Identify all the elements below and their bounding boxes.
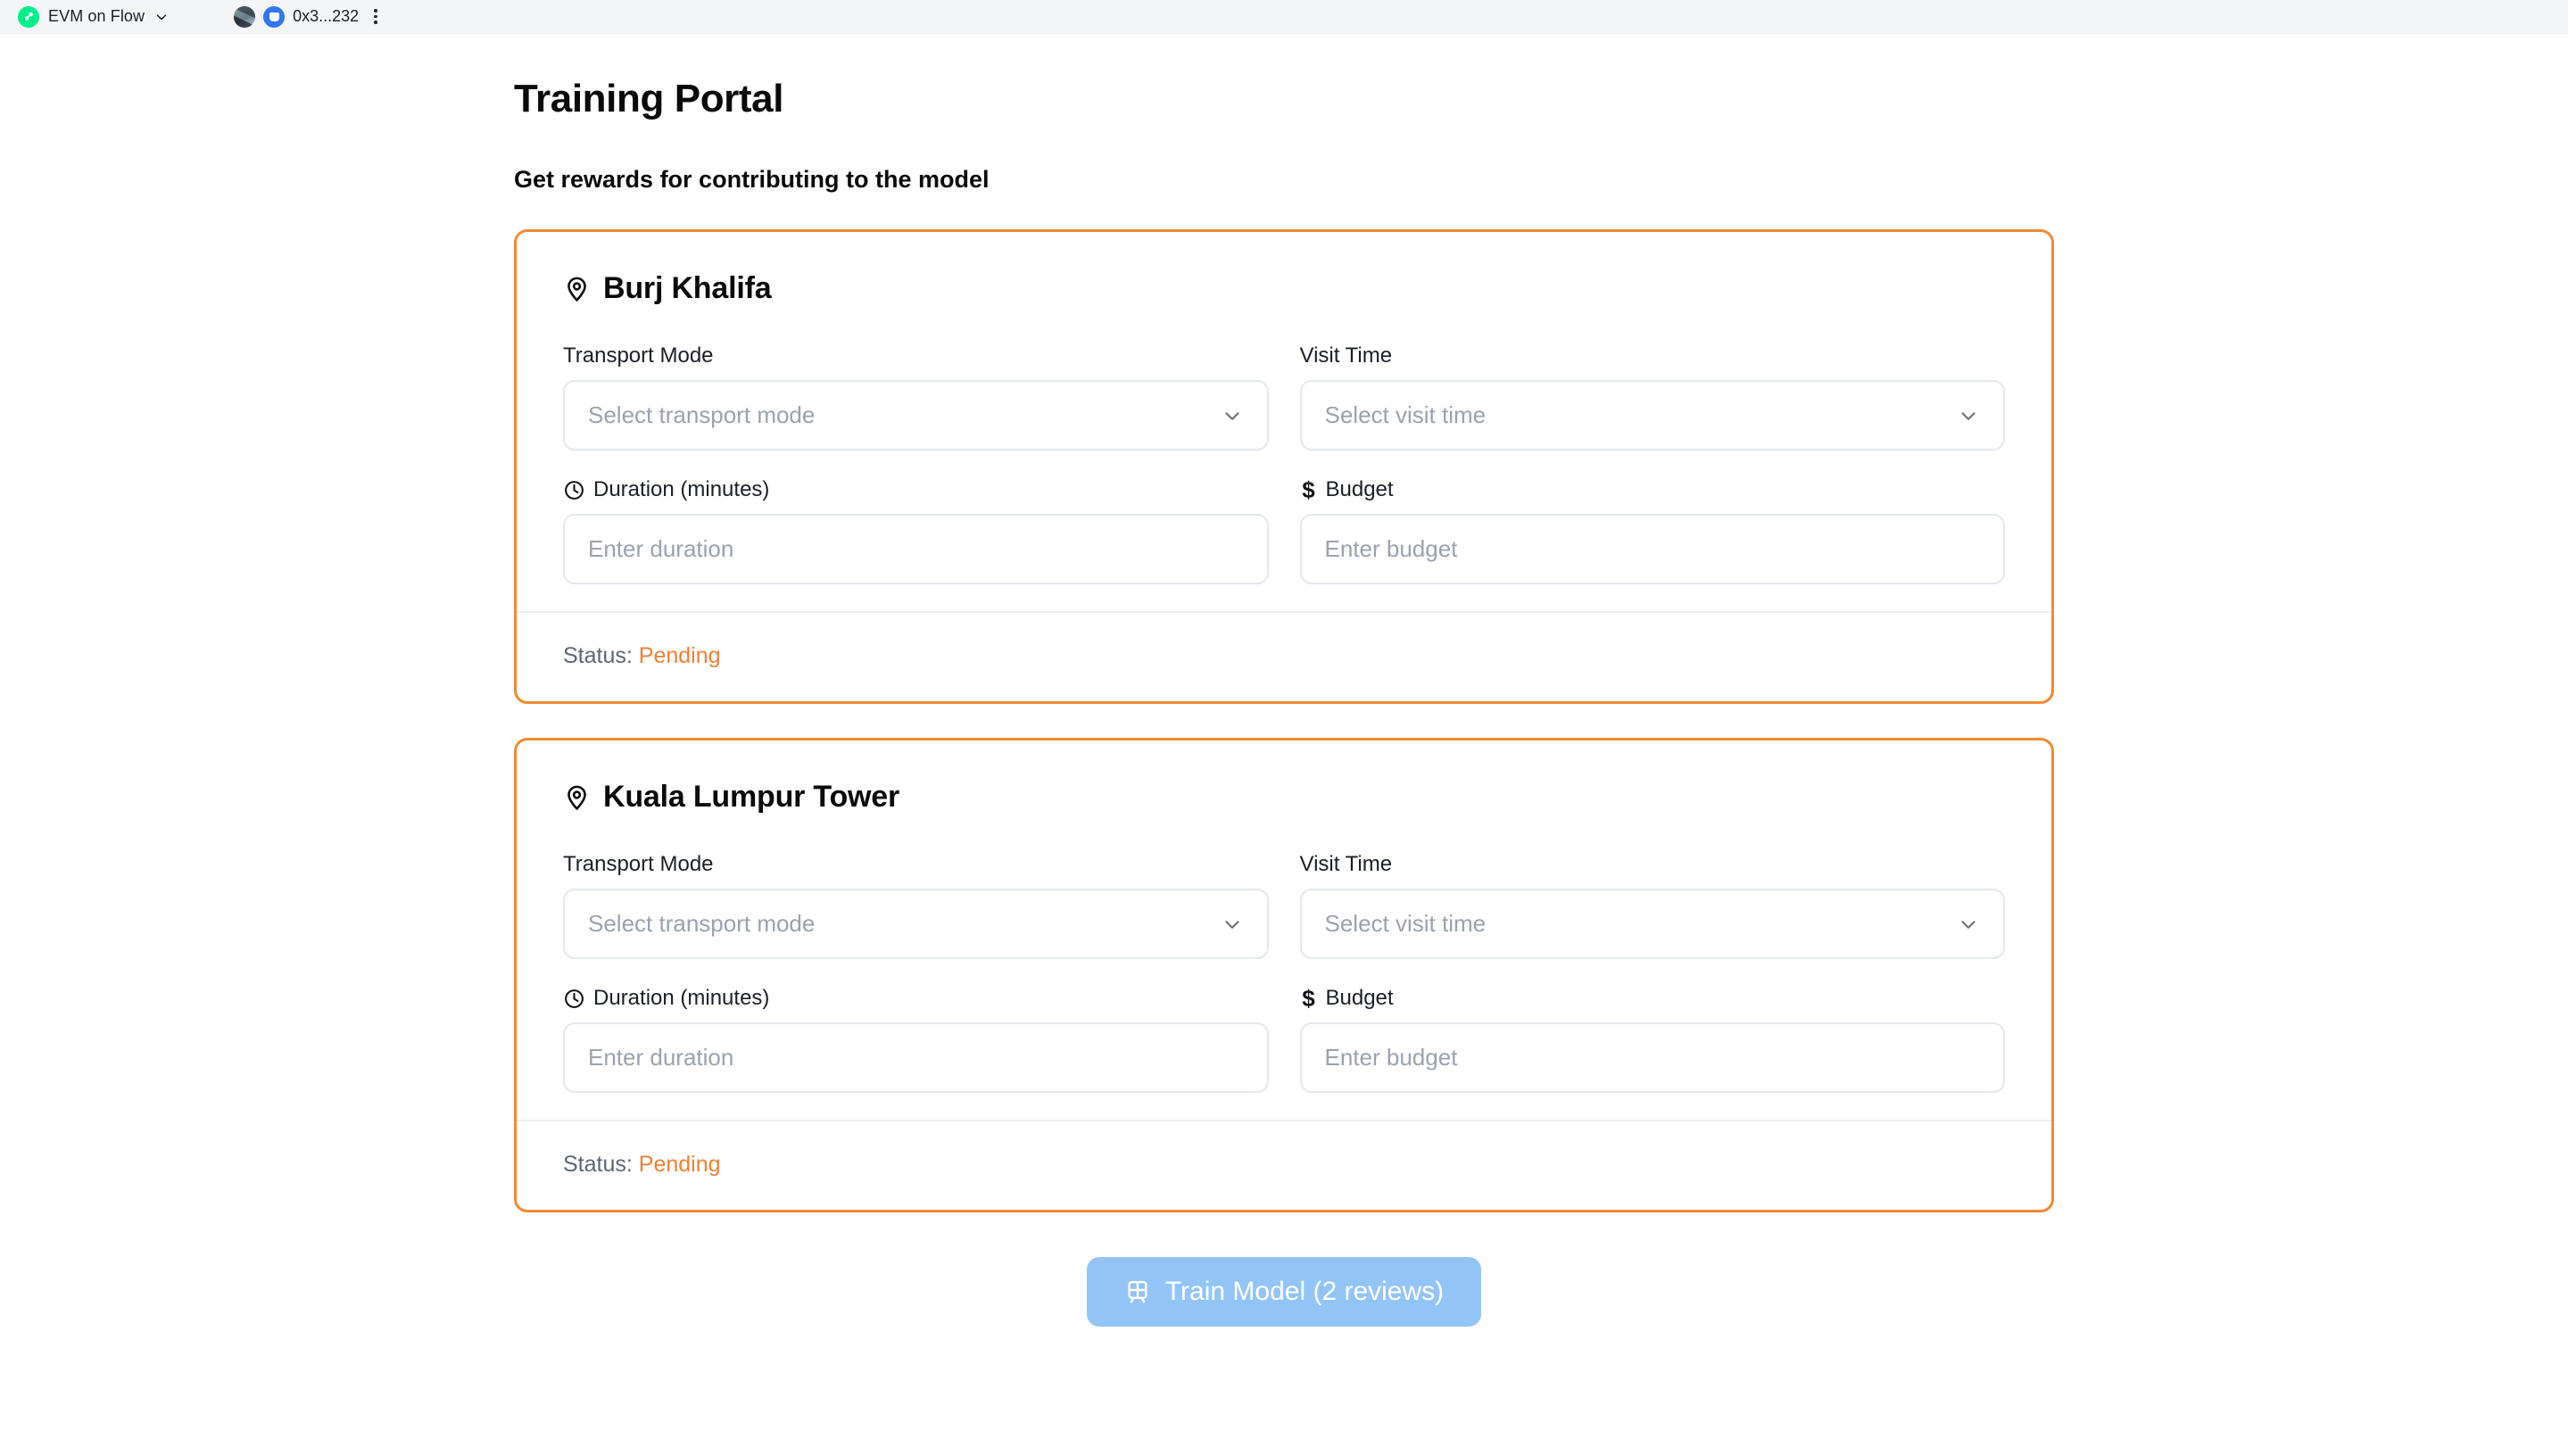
visit-time-select[interactable]: Select visit time [1299,380,2005,451]
location-card-body: Kuala Lumpur Tower Transport Mode Select… [517,740,2051,1120]
train-model-button-label: Train Model (2 reviews) [1164,1277,1445,1306]
network-name-label: EVM on Flow [48,7,145,25]
location-card: Kuala Lumpur Tower Transport Mode Select… [514,738,2054,1212]
status-badge: Pending [638,643,721,668]
location-name-label: Kuala Lumpur Tower [603,780,900,814]
location-name-label: Burj Khalifa [603,271,772,305]
visit-time-label: Visit Time [1299,343,1393,368]
chevron-down-icon [156,13,167,20]
page-subtitle: Get rewards for contributing to the mode… [514,166,990,193]
account-selector[interactable]: 0x3...232 [230,4,362,29]
train-model-button[interactable]: Train Model (2 reviews) [1086,1257,1482,1327]
budget-field: $ Budget Enter budget [1299,477,2006,584]
field-row-spacer [563,959,2005,986]
duration-field: Duration (minutes) Enter duration [563,477,1269,584]
network-selector[interactable]: EVM on Flow [12,4,175,29]
transport-mode-value: Select transport mode [588,401,816,428]
page-content: Training Portal Get rewards for contribu… [0,77,2568,1327]
chevron-down-icon [1224,920,1239,929]
budget-field: $ Budget Enter budget [1299,986,2006,1093]
visit-time-label: Visit Time [1299,852,1393,876]
dollar-icon: $ [1302,476,1315,503]
action-bar: Train Model (2 reviews) [514,1257,2054,1327]
chevron-down-icon [1961,920,1976,929]
status-prefix-label: Status: [563,1152,633,1177]
budget-placeholder: Enter budget [1324,535,1458,562]
duration-placeholder: Enter duration [588,535,734,562]
transport-mode-label: Transport Mode [563,852,714,876]
visit-time-field: Visit Time Select visit time [1299,343,2005,451]
duration-label-text: Duration (minutes) [593,986,770,1010]
budget-input[interactable]: Enter budget [1299,514,2005,584]
dollar-icon: $ [1302,985,1315,1012]
transport-mode-select[interactable]: Select transport mode [563,380,1269,451]
duration-label: Duration (minutes) [563,477,1269,502]
duration-input[interactable]: Enter duration [563,1022,1269,1093]
duration-label-text: Duration (minutes) [593,477,770,501]
wallet-topbar: EVM on Flow 0x3...232 [0,0,2568,34]
visit-time-value: Select visit time [1324,401,1487,428]
page-root: Training Portal Get rewards for contribu… [0,77,2568,1327]
budget-label: $ Budget [1300,477,2006,502]
budget-label-text: Budget [1325,986,1394,1010]
transport-mode-field: Transport Mode Select transport mode [563,343,1269,451]
page-title: Training Portal [514,77,784,120]
duration-label: Duration (minutes) [563,986,1269,1011]
budget-label-text: Budget [1325,477,1394,501]
account-address-label: 0x3...232 [293,7,360,25]
map-pin-icon [567,785,586,810]
train-icon [1128,1280,1147,1303]
location-card-title: Burj Khalifa [563,271,2005,306]
duration-placeholder: Enter duration [588,1044,734,1071]
status-prefix-label: Status: [563,643,633,668]
field-row-spacer [563,451,2005,477]
status-badge: Pending [638,1152,721,1177]
transport-mode-label: Transport Mode [563,343,714,368]
transport-mode-field: Transport Mode Select transport mode [563,852,1269,959]
duration-field: Duration (minutes) Enter duration [563,986,1269,1093]
chevron-down-icon [1224,411,1239,420]
location-card-footer: Status: Pending [517,611,2051,701]
location-card-footer: Status: Pending [517,1120,2051,1210]
location-card-title: Kuala Lumpur Tower [563,780,2005,815]
duration-input[interactable]: Enter duration [563,514,1269,584]
budget-label: $ Budget [1300,986,2006,1011]
clock-icon [565,480,584,500]
visit-time-value: Select visit time [1324,910,1487,937]
budget-input[interactable]: Enter budget [1299,1022,2005,1093]
kebab-menu-icon[interactable] [366,6,385,28]
flow-logo-icon [18,5,39,28]
location-card: Burj Khalifa Transport Mode Select trans… [514,229,2054,704]
transport-mode-value: Select transport mode [588,910,816,937]
chevron-down-icon [1961,411,1976,420]
clock-icon [565,989,584,1008]
location-fields-grid: Transport Mode Select transport mode Vis… [563,343,2005,584]
visit-time-field: Visit Time Select visit time [1299,852,2005,959]
avatar [234,5,256,28]
location-card-body: Burj Khalifa Transport Mode Select trans… [517,232,2051,611]
budget-placeholder: Enter budget [1324,1044,1458,1071]
wallet-badge-icon [263,5,286,28]
map-pin-icon [567,277,586,302]
location-fields-grid: Transport Mode Select transport mode Vis… [563,852,2005,1093]
transport-mode-select[interactable]: Select transport mode [563,889,1269,959]
visit-time-select[interactable]: Select visit time [1299,889,2005,959]
